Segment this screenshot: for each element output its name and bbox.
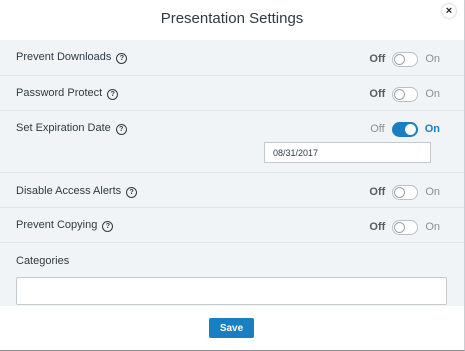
setting-row-password-protect: Password Protect? Off On — [0, 76, 464, 111]
setting-row-prevent-copying: Prevent Copying? Off On — [0, 208, 464, 243]
toggle-off-text: Off — [369, 88, 386, 100]
dialog-footer: Save — [0, 306, 464, 350]
help-icon[interactable]: ? — [107, 89, 119, 100]
toggle-on-text: On — [425, 88, 440, 100]
toggle-on-text: On — [424, 123, 440, 135]
save-button[interactable]: Save — [209, 318, 254, 338]
toggle-off-text: Off — [369, 53, 386, 65]
prevent-downloads-toggle[interactable] — [392, 51, 419, 67]
setting-label: Password Protect — [16, 87, 103, 99]
disable-access-alerts-toggle-group: Off On — [369, 184, 440, 200]
toggle-on-text: On — [425, 186, 440, 198]
toggle-knob — [394, 221, 406, 233]
help-icon[interactable]: ? — [126, 187, 138, 198]
settings-panel: Prevent Downloads? Off On Password Prote… — [0, 40, 464, 306]
prevent-downloads-toggle-group: Off On — [369, 51, 440, 67]
prevent-copying-toggle-group: Off On — [369, 219, 440, 235]
set-expiration-date-toggle-group: Off On — [370, 121, 440, 137]
password-protect-toggle-group: Off On — [369, 86, 440, 102]
toggle-off-text: Off — [369, 186, 386, 198]
help-icon[interactable]: ? — [102, 221, 114, 232]
toggle-knob — [394, 88, 406, 100]
dialog-title: Presentation Settings — [160, 10, 304, 27]
toggle-off-text: Off — [370, 123, 385, 135]
toggle-knob — [394, 186, 406, 198]
prevent-copying-toggle[interactable] — [392, 219, 419, 235]
help-icon[interactable]: ? — [115, 124, 127, 135]
password-protect-toggle[interactable] — [392, 86, 419, 102]
presentation-settings-dialog: Presentation Settings × Prevent Download… — [0, 0, 465, 351]
categories-input[interactable] — [16, 277, 447, 305]
setting-row-prevent-downloads: Prevent Downloads? Off On — [0, 40, 464, 76]
setting-label: Disable Access Alerts — [16, 185, 122, 197]
close-icon[interactable]: × — [442, 4, 456, 18]
set-expiration-date-toggle[interactable] — [391, 121, 418, 137]
setting-row-disable-access-alerts: Disable Access Alerts? Off On — [0, 173, 464, 208]
disable-access-alerts-toggle[interactable] — [392, 184, 419, 200]
setting-label: Set Expiration Date — [16, 122, 111, 134]
toggle-knob — [394, 53, 406, 65]
toggle-knob — [404, 123, 416, 135]
help-icon[interactable]: ? — [116, 53, 128, 64]
setting-label: Prevent Copying — [16, 219, 98, 231]
expiration-date-input[interactable] — [264, 142, 431, 163]
categories-label: Categories — [16, 255, 70, 267]
toggle-off-text: Off — [369, 221, 386, 233]
setting-label: Prevent Downloads — [16, 51, 112, 63]
toggle-on-text: On — [425, 221, 440, 233]
dialog-header: Presentation Settings × — [0, 0, 464, 40]
toggle-on-text: On — [425, 53, 440, 65]
